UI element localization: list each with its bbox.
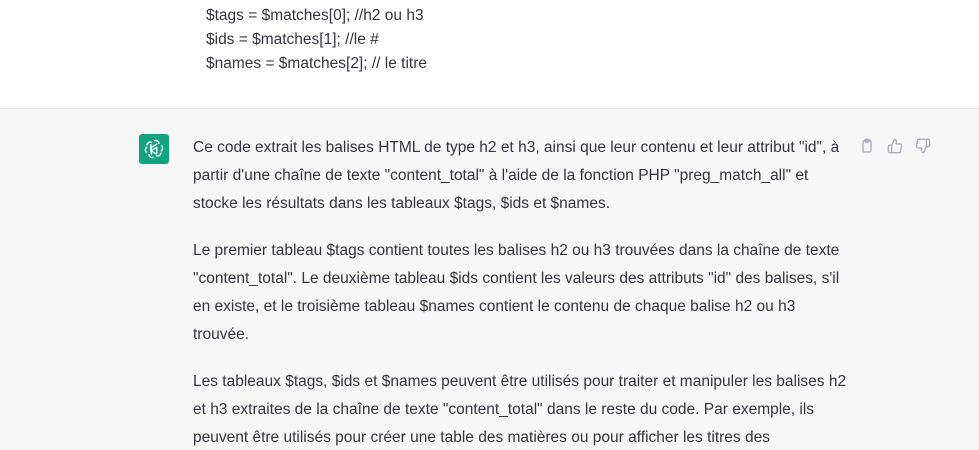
code-line: $tags = $matches[0]; //h2 ou h3	[206, 7, 424, 24]
code-line: $names = $matches[2]; // le titre	[206, 55, 427, 72]
message-paragraph: Le premier tableau $tags contient toutes…	[193, 242, 840, 343]
message-actions	[857, 136, 932, 155]
thumbs-down-icon	[915, 138, 930, 153]
thumbs-up-button[interactable]	[885, 136, 904, 155]
user-code: $tags = $matches[0]; //h2 ou h3 $ids = $…	[206, 4, 427, 76]
code-line: $ids = $matches[1]; //le #	[206, 31, 379, 48]
clipboard-icon	[861, 138, 872, 153]
copy-button[interactable]	[857, 136, 876, 155]
assistant-avatar	[139, 134, 169, 164]
assistant-message: Ce code extrait les balises HTML de type…	[0, 109, 979, 450]
chat-page: $tags = $matches[0]; //h2 ou h3 $ids = $…	[0, 0, 979, 450]
user-message: $tags = $matches[0]; //h2 ou h3 $ids = $…	[0, 0, 979, 109]
openai-logo-icon	[144, 139, 164, 159]
thumbs-up-icon	[887, 138, 902, 153]
thumbs-down-button[interactable]	[913, 136, 932, 155]
assistant-message-text: Ce code extrait les balises HTML de type…	[193, 134, 848, 450]
message-paragraph: Les tableaux $tags, $ids et $names peuve…	[193, 373, 847, 446]
message-paragraph: Ce code extrait les balises HTML de type…	[193, 139, 840, 212]
